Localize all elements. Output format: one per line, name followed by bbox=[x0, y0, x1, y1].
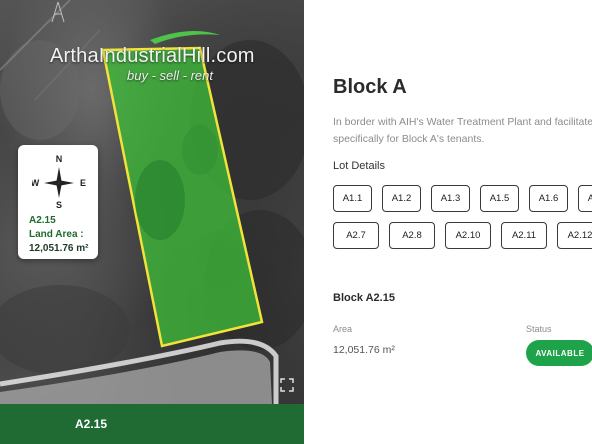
block-title: Block A bbox=[333, 76, 407, 98]
area-value: 12,051.76 m² bbox=[333, 344, 395, 356]
lot-button-a2-11[interactable]: A2.11 bbox=[501, 222, 547, 249]
status-label: Status bbox=[526, 324, 552, 334]
compass-icon: N S W E bbox=[32, 154, 86, 210]
svg-text:W: W bbox=[32, 178, 40, 188]
lot-button-a2-8[interactable]: A2.8 bbox=[389, 222, 435, 249]
card-area-label: Land Area : bbox=[29, 229, 84, 240]
area-label: Area bbox=[333, 324, 353, 334]
card-area-value: 12,051.76 m² bbox=[29, 243, 89, 254]
block-detail-panel: Block A In border with AIH's Water Treat… bbox=[304, 0, 592, 444]
lot-button-a1-6[interactable]: A1.6 bbox=[529, 185, 568, 212]
status-badge: AVAILABLE bbox=[526, 340, 592, 366]
lot-buttons-row-2: A2.7 A2.8 A2.10 A2.11 A2.12 bbox=[333, 222, 592, 249]
lot-button-a2-12[interactable]: A2.12 bbox=[557, 222, 592, 249]
lot-button-a2-10[interactable]: A2.10 bbox=[445, 222, 491, 249]
svg-text:E: E bbox=[80, 178, 86, 188]
selected-lot-title: Block A2.15 bbox=[333, 292, 395, 304]
lot-button-a1-5[interactable]: A1.5 bbox=[480, 185, 519, 212]
block-description: In border with AIH's Water Treatment Pla… bbox=[333, 116, 592, 145]
lot-button-a1-1[interactable]: A1.1 bbox=[333, 185, 372, 212]
site-tagline: buy - sell - rent bbox=[127, 68, 213, 83]
lot-info-card: N S W E A2.15 Land Area : 12,051.76 m² bbox=[18, 145, 98, 259]
selected-lot-bar-label: A2.15 bbox=[75, 417, 108, 431]
lot-button-a2-7[interactable]: A2.7 bbox=[333, 222, 379, 249]
fullscreen-icon[interactable] bbox=[280, 378, 294, 392]
svg-text:N: N bbox=[56, 154, 63, 164]
lot-button-a1-3[interactable]: A1.3 bbox=[431, 185, 470, 212]
selected-lot-bar: A2.15 bbox=[0, 404, 304, 444]
lot-button-a1-2[interactable]: A1.2 bbox=[382, 185, 421, 212]
lot-button-a1-7[interactable]: A1.7 bbox=[578, 185, 592, 212]
lot-details-heading: Lot Details bbox=[333, 160, 385, 172]
lot-buttons-row-1: A1.1 A1.2 A1.3 A1.5 A1.6 A1.7 bbox=[333, 185, 592, 212]
svg-text:S: S bbox=[56, 200, 62, 210]
satellite-map[interactable]: ArthaIndustrialHill.com buy - sell - ren… bbox=[0, 0, 304, 444]
site-logo-text: ArthaIndustrialHill.com bbox=[50, 45, 255, 67]
card-lot-number: A2.15 bbox=[29, 215, 56, 226]
